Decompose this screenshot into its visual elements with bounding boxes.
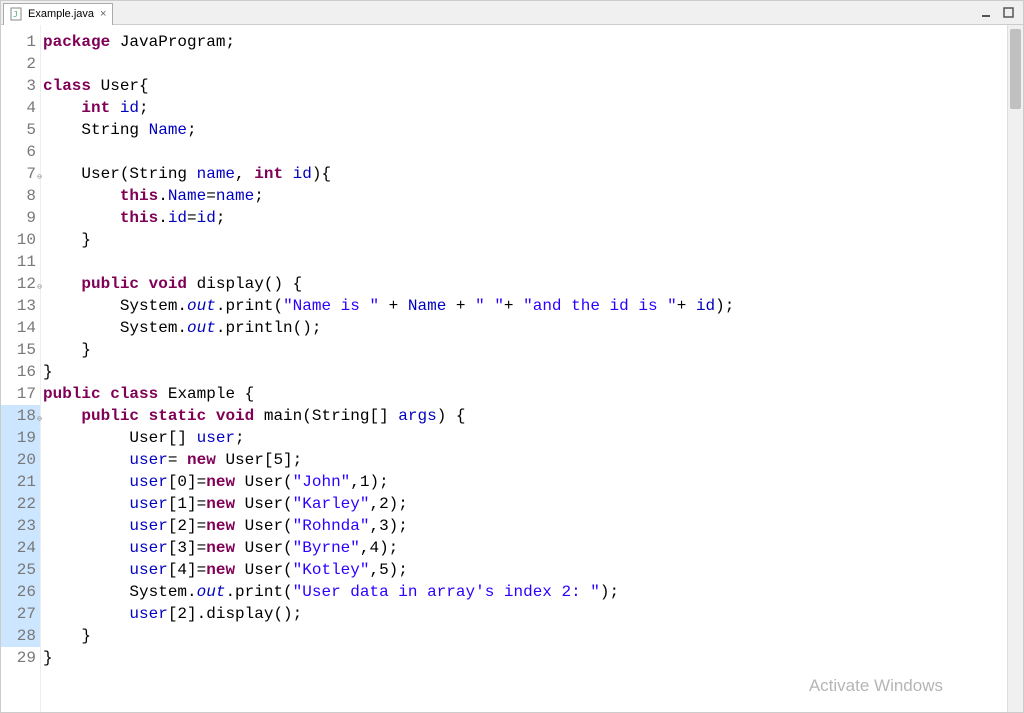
code-line[interactable]: public static void main(String[] args) {	[43, 405, 1007, 427]
code-line[interactable]	[43, 53, 1007, 75]
line-number: 1	[1, 31, 40, 53]
line-number: 20	[1, 449, 40, 471]
code-line[interactable]: }	[43, 647, 1007, 669]
line-number: 12⊖	[1, 273, 40, 295]
code-line[interactable]: }	[43, 361, 1007, 383]
line-number: 26	[1, 581, 40, 603]
code-line[interactable]: user[2].display();	[43, 603, 1007, 625]
code-line[interactable]	[43, 251, 1007, 273]
code-line[interactable]: System.out.print("Name is " + Name + " "…	[43, 295, 1007, 317]
code-line[interactable]: }	[43, 229, 1007, 251]
code-line[interactable]: user[1]=new User("Karley",2);	[43, 493, 1007, 515]
close-icon[interactable]: ×	[98, 8, 108, 20]
vertical-scrollbar[interactable]	[1007, 25, 1023, 712]
line-number: 25	[1, 559, 40, 581]
code-line[interactable]: user[4]=new User("Kotley",5);	[43, 559, 1007, 581]
line-number: 16	[1, 361, 40, 383]
line-number: 9	[1, 207, 40, 229]
editor-area: 1234567⊖89101112⊖131415161718⊖1920212223…	[1, 25, 1023, 712]
code-line[interactable]: user[3]=new User("Byrne",4);	[43, 537, 1007, 559]
window-controls	[979, 6, 1023, 20]
line-number: 22	[1, 493, 40, 515]
code-line[interactable]: package JavaProgram;	[43, 31, 1007, 53]
code-line[interactable]: User(String name, int id){	[43, 163, 1007, 185]
tab-label: Example.java	[28, 8, 94, 20]
code-line[interactable]: this.Name=name;	[43, 185, 1007, 207]
editor-tab[interactable]: J Example.java ×	[3, 3, 113, 25]
maximize-button[interactable]	[1001, 6, 1017, 20]
line-number: 18⊖	[1, 405, 40, 427]
code-line[interactable]: int id;	[43, 97, 1007, 119]
line-number: 5	[1, 119, 40, 141]
svg-text:J: J	[13, 10, 18, 19]
code-line[interactable]: user= new User[5];	[43, 449, 1007, 471]
line-number: 24	[1, 537, 40, 559]
line-number: 28	[1, 625, 40, 647]
code-line[interactable]: user[2]=new User("Rohnda",3);	[43, 515, 1007, 537]
line-number: 2	[1, 53, 40, 75]
code-line[interactable]: this.id=id;	[43, 207, 1007, 229]
line-number: 29	[1, 647, 40, 669]
line-number: 11	[1, 251, 40, 273]
code-line[interactable]: user[0]=new User("John",1);	[43, 471, 1007, 493]
code-line[interactable]: }	[43, 625, 1007, 647]
code-line[interactable]	[43, 141, 1007, 163]
line-number: 14	[1, 317, 40, 339]
java-file-icon: J	[10, 7, 24, 21]
code-editor[interactable]: package JavaProgram; class User{ int id;…	[41, 25, 1007, 712]
line-number: 6	[1, 141, 40, 163]
code-line[interactable]: User[] user;	[43, 427, 1007, 449]
line-number: 15	[1, 339, 40, 361]
line-number: 17	[1, 383, 40, 405]
code-line[interactable]: class User{	[43, 75, 1007, 97]
line-number: 4	[1, 97, 40, 119]
tab-bar: J Example.java ×	[1, 1, 1023, 25]
minimize-button[interactable]	[979, 6, 995, 20]
code-line[interactable]: public void display() {	[43, 273, 1007, 295]
line-number: 21	[1, 471, 40, 493]
scrollbar-thumb[interactable]	[1010, 29, 1021, 109]
code-line[interactable]: String Name;	[43, 119, 1007, 141]
code-line[interactable]: }	[43, 339, 1007, 361]
line-number: 19	[1, 427, 40, 449]
code-line[interactable]: public class Example {	[43, 383, 1007, 405]
line-number: 13	[1, 295, 40, 317]
line-number: 10	[1, 229, 40, 251]
code-line[interactable]: System.out.print("User data in array's i…	[43, 581, 1007, 603]
line-number: 23	[1, 515, 40, 537]
code-line[interactable]: System.out.println();	[43, 317, 1007, 339]
line-number: 7⊖	[1, 163, 40, 185]
line-number: 27	[1, 603, 40, 625]
line-number-gutter: 1234567⊖89101112⊖131415161718⊖1920212223…	[1, 25, 41, 712]
line-number: 8	[1, 185, 40, 207]
line-number: 3	[1, 75, 40, 97]
